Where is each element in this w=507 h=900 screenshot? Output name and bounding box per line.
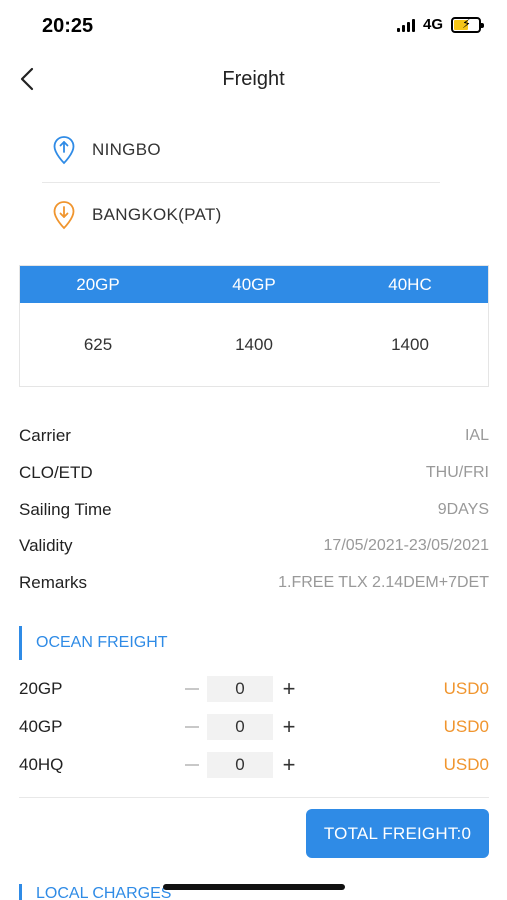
minus-icon [185,764,199,766]
destination-pin-icon [53,201,75,230]
increase-button[interactable]: + [278,752,300,778]
local-charges-header: LOCAL CHARGES [19,884,171,900]
price-header-cell: 20GP [76,275,120,294]
detail-label: CLO/ETD [19,463,93,483]
container-label: 20GP [19,679,63,698]
price-table-header: 20GP 40GP 40HC [20,266,488,303]
qty-row-40gp: 40GP + USD0 [19,708,489,746]
detail-value: THU/FRI [425,464,489,482]
signal-icon [396,18,415,32]
ocean-freight-list: 20GP + USD0 40GP + USD0 40HQ + USD0 [19,670,489,784]
decrease-button[interactable] [181,676,203,702]
increase-button[interactable]: + [278,676,300,702]
battery-charging-icon: ⚡ [451,16,484,33]
route-divider [42,182,440,183]
detail-value: 9DAYS [437,500,489,518]
price-table-row: 625 1400 1400 [20,303,488,387]
detail-value: IAL [464,427,489,445]
status-time: 20:25 [42,15,94,37]
decrease-button[interactable] [181,714,203,740]
detail-row-validity: Validity 17/05/2021-23/05/2021 [19,528,489,565]
detail-value: 1.FREE TLX 2.14DEM+7DET [278,574,489,592]
amount-value: USD0 [443,717,489,736]
price-value-cell: 1400 [235,335,273,354]
freight-details: Carrier IAL CLO/ETD THU/FRI Sailing Time… [19,418,489,601]
home-indicator [163,884,345,890]
detail-row-sailing-time: Sailing Time 9DAYS [19,491,489,528]
detail-row-carrier: Carrier IAL [19,418,489,455]
container-label: 40GP [19,717,63,736]
container-label: 40HQ [19,755,64,774]
origin-pin-icon [53,136,75,165]
section-accent-bar [19,626,22,660]
detail-label: Carrier [19,426,71,446]
section-title: LOCAL CHARGES [36,885,172,900]
origin-port: NINGBO [92,140,161,159]
amount-value: USD0 [443,755,489,774]
minus-icon [185,726,199,728]
price-value-cell: 625 [83,335,113,354]
amount-value: USD0 [443,679,489,698]
status-bar: 20:25 4G ⚡ [0,0,507,52]
nav-bar: Freight [0,52,507,108]
route-destination: BANGKOK(PAT) [52,200,222,230]
quantity-input[interactable] [207,752,273,778]
detail-label: Remarks [19,573,88,593]
status-icons: 4G ⚡ [396,16,484,33]
price-header-cell: 40GP [232,275,276,294]
quantity-input[interactable] [207,676,273,702]
qty-row-40hq: 40HQ + USD0 [19,746,489,784]
network-label: 4G [422,16,443,33]
section-divider [19,797,489,798]
destination-port: BANGKOK(PAT) [92,205,222,224]
price-header-cell: 40HC [388,275,432,294]
qty-row-20gp: 20GP + USD0 [19,670,489,708]
total-freight-button[interactable]: TOTAL FREIGHT:0 [306,809,489,858]
detail-value: 17/05/2021-23/05/2021 [323,537,489,555]
detail-row-clo-etd: CLO/ETD THU/FRI [19,455,489,492]
minus-icon [185,688,199,690]
quantity-input[interactable] [207,714,273,740]
detail-label: Sailing Time [19,499,112,519]
route-origin: NINGBO [52,135,161,165]
increase-button[interactable]: + [278,714,300,740]
page-title: Freight [222,68,285,90]
section-title: OCEAN FREIGHT [36,634,168,651]
price-table: 20GP 40GP 40HC 625 1400 1400 [19,265,489,387]
detail-label: Validity [19,536,73,556]
price-value-cell: 1400 [391,335,429,354]
detail-row-remarks: Remarks 1.FREE TLX 2.14DEM+7DET [19,565,489,602]
decrease-button[interactable] [181,752,203,778]
ocean-freight-header: OCEAN FREIGHT [19,626,168,660]
section-accent-bar [19,884,22,900]
